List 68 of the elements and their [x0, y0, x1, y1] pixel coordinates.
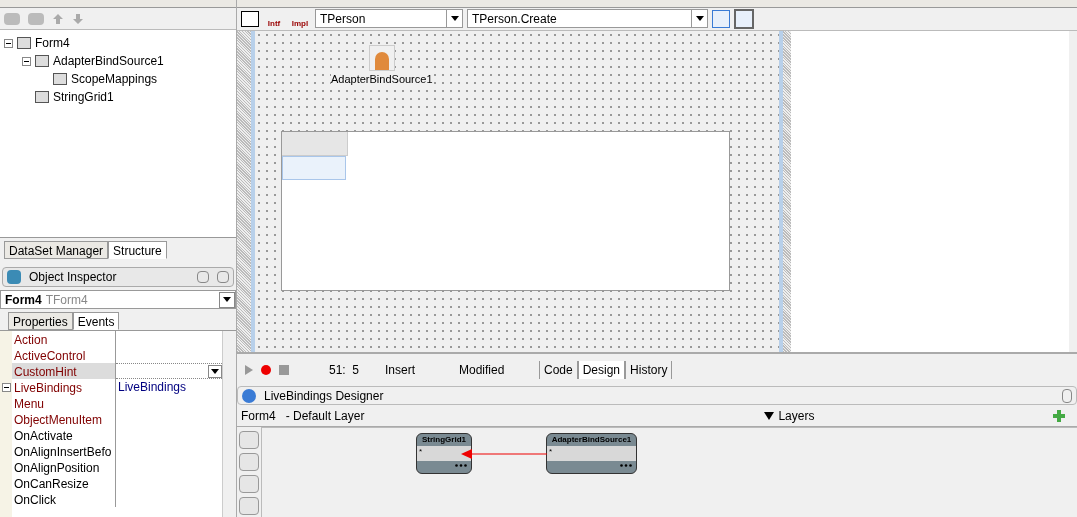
tree-item[interactable]: ScopeMappings	[71, 70, 158, 88]
component-node[interactable]: AdapterBindSource1 *	[546, 433, 637, 474]
caret-icon[interactable]	[450, 16, 459, 22]
collapse-toggle-icon[interactable]	[4, 38, 13, 48]
panel-title: Object Inspector	[29, 269, 118, 286]
tab[interactable]: Design	[577, 361, 626, 380]
node-field[interactable]: *	[547, 446, 636, 461]
component-icon	[53, 73, 67, 85]
inspector-icon	[7, 270, 21, 284]
caret-icon	[764, 411, 775, 420]
window-icon[interactable]	[241, 10, 259, 27]
bindings-icon	[242, 388, 256, 403]
class-combo[interactable]: TPerson	[315, 9, 463, 29]
node-field[interactable]: *	[417, 446, 471, 461]
property-name[interactable]: OnCanResize	[12, 475, 116, 491]
tab[interactable]: Structure	[108, 241, 167, 259]
scrollbar[interactable]	[222, 331, 236, 517]
component-node[interactable]: StringGrid1 *	[416, 433, 472, 474]
property-name[interactable]: ObjectMenuItem	[12, 411, 116, 427]
dropdown-icon[interactable]	[211, 368, 219, 374]
tab[interactable]: Code	[539, 361, 578, 380]
panel-title: LiveBindings Designer	[264, 387, 385, 405]
tab[interactable]: Events	[72, 312, 120, 330]
component-icon	[35, 91, 49, 103]
layer-label: Form4 - Default Layer	[241, 407, 365, 425]
tree-item[interactable]: AdapterBindSource1	[53, 52, 164, 70]
cursor-position: 51: 5	[329, 362, 361, 380]
property-value: LiveBindings	[117, 379, 187, 396]
align-icon[interactable]	[712, 9, 730, 28]
collapse-toggle-icon[interactable]	[1, 382, 11, 392]
node-title: StringGrid1	[421, 434, 467, 446]
string-grid[interactable]	[281, 131, 730, 292]
dropdown-icon[interactable]	[223, 297, 231, 302]
toolbar-button[interactable]: Intf	[263, 9, 285, 28]
add-icon[interactable]	[1053, 409, 1065, 422]
tab[interactable]: Properties	[8, 312, 73, 330]
property-name[interactable]: Action	[12, 331, 116, 347]
person-icon[interactable]	[368, 44, 395, 71]
node-title: AdapterBindSource1	[550, 434, 633, 446]
tab[interactable]: DataSet Manager	[4, 241, 109, 259]
property-name[interactable]: OnAlignPosition	[12, 459, 116, 475]
play-icon[interactable]	[245, 365, 253, 376]
modified-status: Modified	[459, 362, 506, 380]
down-arrow-icon[interactable]	[72, 12, 84, 25]
collapse-toggle-icon[interactable]	[22, 56, 31, 66]
record-icon[interactable]	[261, 365, 271, 376]
property-name[interactable]: OnClick	[12, 491, 116, 507]
toolbar-button[interactable]: Impl	[289, 9, 311, 28]
property-name[interactable]: OnAlignInsertBefo	[12, 443, 116, 459]
more-icon[interactable]	[620, 464, 632, 467]
object-selector[interactable]: Form4 TForm4	[0, 290, 236, 309]
property-name[interactable]: Menu	[12, 395, 116, 411]
component-icon	[35, 55, 49, 67]
up-arrow-icon[interactable]	[52, 12, 64, 25]
align-icon[interactable]	[734, 8, 754, 29]
tree-item[interactable]: Form4	[35, 34, 70, 52]
tree-item[interactable]: StringGrid1	[53, 88, 114, 106]
layers-button[interactable]: Layers	[764, 406, 815, 425]
property-name[interactable]: LiveBindings	[12, 379, 116, 395]
insert-mode: Insert	[385, 362, 416, 380]
component-icon	[17, 37, 31, 49]
property-name[interactable]: OnActivate	[12, 427, 116, 443]
tab[interactable]: History	[625, 361, 673, 380]
method-combo[interactable]: TPerson.Create	[467, 9, 708, 29]
stop-icon[interactable]	[279, 365, 289, 376]
caret-icon[interactable]	[695, 16, 704, 22]
more-icon[interactable]	[455, 464, 467, 467]
scrollbar[interactable]	[1069, 30, 1077, 353]
